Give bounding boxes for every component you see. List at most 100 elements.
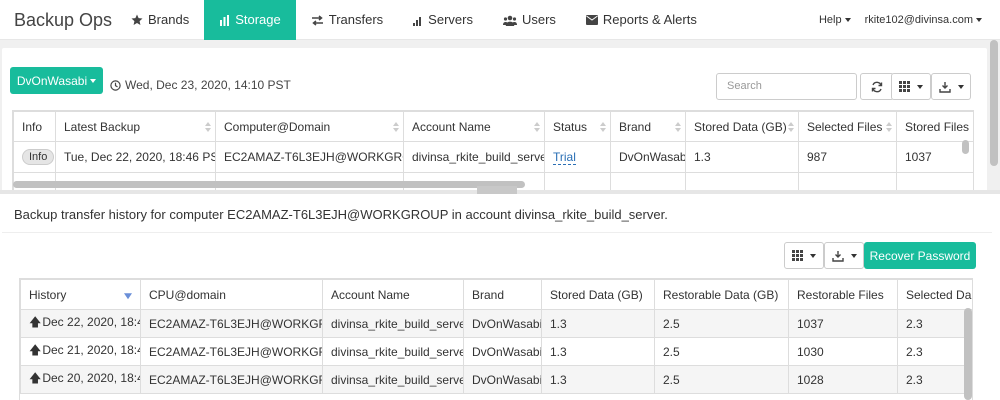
- export-button[interactable]: [931, 73, 971, 100]
- col-stored-data[interactable]: Stored Data (GB): [541, 279, 655, 310]
- col-info[interactable]: Info: [13, 111, 56, 142]
- arrow-up-icon: 🡅: [29, 343, 42, 357]
- col-latest-backup[interactable]: Latest Backup: [55, 111, 216, 142]
- cell-files: 1028: [788, 365, 898, 394]
- history-table-vertical-scrollbar[interactable]: [964, 308, 972, 400]
- chevron-down-icon: [957, 84, 964, 89]
- backup-table-header: Info Latest Backup Computer@Domain Accou…: [13, 111, 973, 142]
- caption-divider: [2, 232, 992, 233]
- sort-icon: [886, 121, 892, 132]
- col-computer-domain[interactable]: Computer@Domain: [215, 111, 404, 142]
- history-table-container: History CPU@domain Account Name Brand St…: [19, 278, 973, 400]
- cell-restorable: 2.5: [654, 337, 789, 366]
- nav-reports-alerts-label: Reports & Alerts: [602, 12, 697, 27]
- sort-desc-icon: [124, 292, 132, 299]
- top-table-horizontal-scrollbar[interactable]: [13, 181, 525, 188]
- col-cpu-domain[interactable]: CPU@domain: [140, 279, 323, 310]
- nav-storage[interactable]: Storage: [204, 0, 296, 40]
- col-stored-data[interactable]: Stored Data (GB): [685, 111, 799, 142]
- col-account-name[interactable]: Account Name: [322, 279, 464, 310]
- col-stored-files-label: Stored Files: [905, 119, 970, 134]
- info-button[interactable]: Info: [22, 149, 55, 165]
- cell-restorable: 2.5: [654, 365, 789, 394]
- envelope-icon: [585, 15, 598, 25]
- backup-table-container: Info Latest Backup Computer@Domain Accou…: [12, 110, 974, 191]
- download-icon: [938, 81, 951, 93]
- account-dropdown-button[interactable]: DvOnWasabi: [10, 67, 103, 94]
- col-latest-backup-label: Latest Backup: [64, 119, 141, 134]
- history-date: Dec 20, 2020, 18:44: [42, 371, 141, 385]
- history-columns-button[interactable]: [784, 242, 824, 269]
- col-restorable-data-label: Restorable Data (GB): [663, 287, 779, 302]
- col-selected-files[interactable]: Selected Files: [798, 111, 897, 142]
- col-brand[interactable]: Brand: [610, 111, 686, 142]
- nav-brands[interactable]: Brands: [116, 0, 204, 40]
- table-row[interactable]: 🡅Dec 22, 2020, 18:46 EC2AMAZ-T6L3EJH@WOR…: [20, 309, 972, 338]
- nav-storage-label: Storage: [235, 12, 281, 27]
- help-label: Help: [818, 14, 842, 26]
- history-table-header: History CPU@domain Account Name Brand St…: [20, 279, 972, 310]
- nav-transfers-label: Transfers: [328, 12, 384, 27]
- chevron-down-icon: [810, 253, 816, 258]
- cell-restorable: 2.5: [654, 309, 789, 338]
- cell-computer: EC2AMAZ-T6L3EJH@WORKGROUP: [215, 141, 404, 173]
- grid-icon: [792, 250, 803, 261]
- history-table: History CPU@domain Account Name Brand St…: [20, 279, 972, 394]
- col-stored-files[interactable]: Stored Files: [896, 111, 973, 142]
- col-status[interactable]: Status: [544, 111, 611, 142]
- col-selected-files-label: Selected Files: [807, 119, 883, 134]
- col-selected-data[interactable]: Selected Da: [897, 279, 972, 310]
- backup-table: Info Latest Backup Computer@Domain Accou…: [13, 111, 973, 190]
- bar-chart-icon: [219, 14, 230, 26]
- cell-latest-backup: Tue, Dec 22, 2020, 18:46 PST: [55, 141, 216, 173]
- nav-users-label: Users: [521, 12, 556, 27]
- user-email: rkite102@divinsa.com: [864, 14, 973, 26]
- status-link[interactable]: Trial: [553, 150, 576, 165]
- cell-stored: 1.3: [541, 337, 655, 366]
- page-vertical-scrollbar[interactable]: [990, 40, 998, 166]
- cell-selected: 2.3: [897, 365, 972, 394]
- col-restorable-data[interactable]: Restorable Data (GB): [654, 279, 789, 310]
- cell-cpu: EC2AMAZ-T6L3EJH@WORKGROUP: [140, 309, 323, 338]
- nav-brands-label: Brands: [148, 12, 190, 27]
- history-export-button[interactable]: [824, 242, 864, 269]
- table-row[interactable]: 🡅Dec 20, 2020, 18:44 EC2AMAZ-T6L3EJH@WOR…: [20, 365, 972, 394]
- table-row[interactable]: 🡅Dec 21, 2020, 18:46 EC2AMAZ-T6L3EJH@WOR…: [20, 337, 972, 366]
- sort-icon: [393, 121, 399, 132]
- cell-status: Trial: [544, 141, 611, 173]
- recover-password-button[interactable]: Recover Password: [864, 242, 976, 269]
- col-history[interactable]: History: [20, 279, 141, 310]
- download-icon: [831, 250, 844, 262]
- sort-icon: [788, 121, 794, 132]
- refresh-button[interactable]: [860, 73, 894, 100]
- nav-servers[interactable]: Servers: [398, 0, 488, 40]
- navbar: Backup Ops Brands Storage Transfers Serv…: [0, 0, 1000, 40]
- chevron-down-icon: [90, 78, 97, 83]
- timestamp-text: Wed, Dec 23, 2020, 14:10 PST: [125, 78, 291, 92]
- arrow-up-icon: 🡅: [29, 315, 42, 329]
- cell-account: divinsa_rkite_build_server: [322, 337, 464, 366]
- nav-reports-alerts[interactable]: Reports & Alerts: [571, 0, 712, 40]
- resize-handle[interactable]: [477, 186, 517, 194]
- user-menu[interactable]: rkite102@divinsa.com: [865, 14, 982, 26]
- top-table-vertical-scrollbar[interactable]: [962, 140, 969, 154]
- col-account-name[interactable]: Account Name: [403, 111, 545, 142]
- search-input[interactable]: Search: [716, 73, 857, 100]
- help-menu[interactable]: Help: [819, 14, 851, 26]
- timestamp: Wed, Dec 23, 2020, 14:10 PST: [110, 78, 291, 92]
- nav-users[interactable]: Users: [488, 0, 571, 40]
- col-restorable-files[interactable]: Restorable Files: [788, 279, 898, 310]
- history-date: Dec 21, 2020, 18:46: [42, 343, 141, 357]
- columns-button[interactable]: [891, 73, 931, 100]
- sort-icon: [600, 121, 606, 132]
- cell-stored: 1.3: [541, 309, 655, 338]
- sort-icon: [534, 121, 540, 132]
- signal-icon: [413, 15, 423, 26]
- table-row[interactable]: Info Tue, Dec 22, 2020, 18:46 PST EC2AMA…: [13, 141, 973, 173]
- app-brand[interactable]: Backup Ops: [14, 0, 112, 40]
- col-info-label: Info: [22, 119, 43, 134]
- nav-transfers[interactable]: Transfers: [296, 0, 398, 40]
- chevron-down-icon: [850, 253, 857, 258]
- col-brand[interactable]: Brand: [463, 279, 542, 310]
- cell-selected: 2.3: [897, 337, 972, 366]
